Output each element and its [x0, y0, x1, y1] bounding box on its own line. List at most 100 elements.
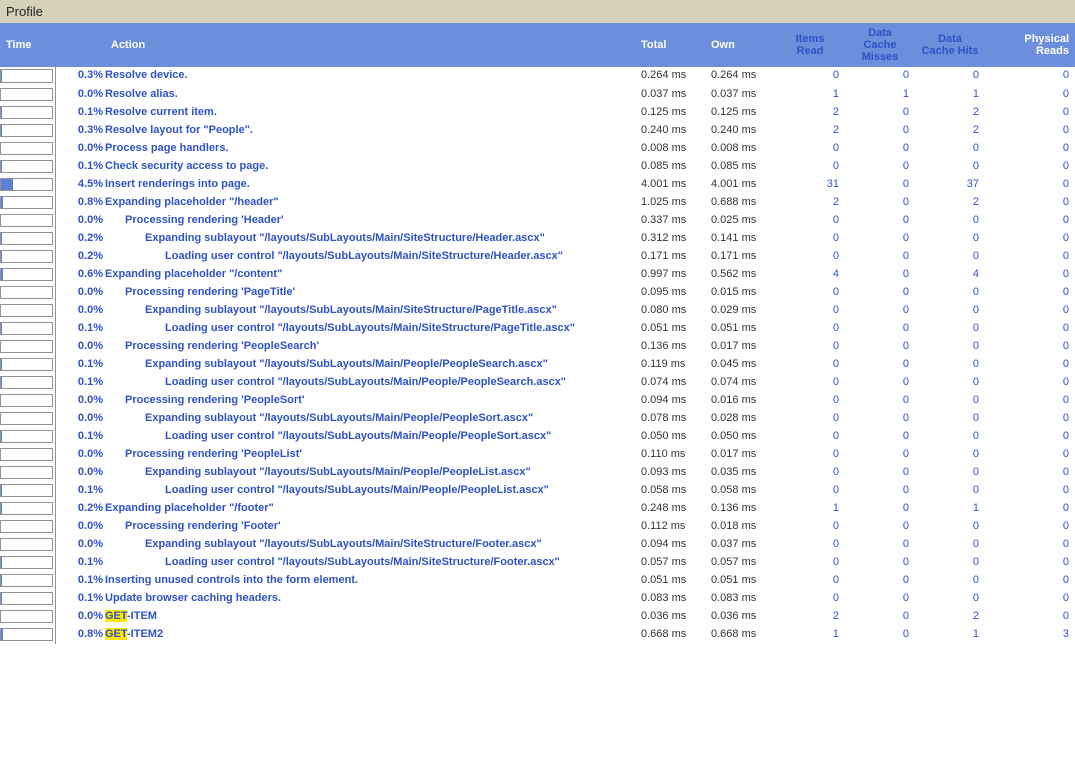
table-row[interactable]: 0.0%Processing rendering 'Footer'0.112 m…: [0, 517, 1075, 535]
total-value: 0.078 ms: [635, 409, 705, 427]
cache-hits-value: 0: [915, 67, 985, 85]
col-items-read[interactable]: Items Read: [775, 23, 845, 67]
action-label: Processing rendering 'PeopleList': [105, 445, 635, 463]
table-row[interactable]: 0.1%Loading user control "/layouts/SubLa…: [0, 427, 1075, 445]
own-value: 0.008 ms: [705, 139, 775, 157]
cache-hits-value: 0: [915, 319, 985, 337]
items-read-value: 0: [775, 517, 845, 535]
time-bar-cell: [0, 607, 55, 625]
table-row[interactable]: 0.1%Update browser caching headers.0.083…: [0, 589, 1075, 607]
physical-reads-value: 0: [985, 463, 1075, 481]
items-read-value: 0: [775, 373, 845, 391]
table-row[interactable]: 0.0%Processing rendering 'Header'0.337 m…: [0, 211, 1075, 229]
col-cache-hits[interactable]: Data Cache Hits: [915, 23, 985, 67]
cache-misses-value: 0: [845, 553, 915, 571]
pct-value: 0.0%: [55, 283, 105, 301]
table-row[interactable]: 0.6%Expanding placeholder "/content"0.99…: [0, 265, 1075, 283]
table-row[interactable]: 0.0%Expanding sublayout "/layouts/SubLay…: [0, 463, 1075, 481]
time-bar-cell: [0, 481, 55, 499]
total-value: 0.074 ms: [635, 373, 705, 391]
table-row[interactable]: 0.0%Resolve alias.0.037 ms0.037 ms1110: [0, 85, 1075, 103]
table-row[interactable]: 0.0%Processing rendering 'PeopleSort'0.0…: [0, 391, 1075, 409]
action-label: Resolve current item.: [105, 103, 635, 121]
own-value: 0.171 ms: [705, 247, 775, 265]
cache-hits-value: 0: [915, 355, 985, 373]
table-row[interactable]: 0.1%Loading user control "/layouts/SubLa…: [0, 553, 1075, 571]
items-read-value: 0: [775, 391, 845, 409]
total-value: 0.668 ms: [635, 625, 705, 643]
own-value: 0.029 ms: [705, 301, 775, 319]
cache-hits-value: 2: [915, 193, 985, 211]
col-own[interactable]: Own: [705, 23, 775, 67]
action-label: Expanding placeholder "/content": [105, 265, 635, 283]
items-read-value: 0: [775, 337, 845, 355]
table-row[interactable]: 0.0%Expanding sublayout "/layouts/SubLay…: [0, 535, 1075, 553]
table-row[interactable]: 0.0%Processing rendering 'PeopleList'0.1…: [0, 445, 1075, 463]
table-row[interactable]: 0.0%Process page handlers.0.008 ms0.008 …: [0, 139, 1075, 157]
own-value: 0.017 ms: [705, 445, 775, 463]
cache-hits-value: 0: [915, 139, 985, 157]
pct-value: 0.0%: [55, 211, 105, 229]
table-row[interactable]: 0.3%Resolve layout for "People".0.240 ms…: [0, 121, 1075, 139]
col-total[interactable]: Total: [635, 23, 705, 67]
cache-misses-value: 0: [845, 121, 915, 139]
col-action[interactable]: Action: [105, 23, 635, 67]
action-label: Expanding sublayout "/layouts/SubLayouts…: [105, 355, 635, 373]
pct-value: 0.8%: [55, 625, 105, 643]
total-value: 0.125 ms: [635, 103, 705, 121]
table-row[interactable]: 0.1%Resolve current item.0.125 ms0.125 m…: [0, 103, 1075, 121]
items-read-value: 0: [775, 355, 845, 373]
cache-hits-value: 0: [915, 553, 985, 571]
pct-value: 0.0%: [55, 337, 105, 355]
table-row[interactable]: 0.2%Expanding sublayout "/layouts/SubLay…: [0, 229, 1075, 247]
table-row[interactable]: 0.1%Expanding sublayout "/layouts/SubLay…: [0, 355, 1075, 373]
table-row[interactable]: 0.8%GET-ITEM20.668 ms0.668 ms1013: [0, 625, 1075, 643]
table-row[interactable]: 0.0%Processing rendering 'PageTitle'0.09…: [0, 283, 1075, 301]
col-cache-misses[interactable]: Data Cache Misses: [845, 23, 915, 67]
pct-value: 0.8%: [55, 193, 105, 211]
col-physical-reads[interactable]: Physical Reads: [985, 23, 1075, 67]
pct-value: 0.1%: [55, 589, 105, 607]
table-row[interactable]: 0.8%Expanding placeholder "/header"1.025…: [0, 193, 1075, 211]
time-bar-cell: [0, 625, 55, 643]
own-value: 0.240 ms: [705, 121, 775, 139]
time-bar-cell: [0, 355, 55, 373]
table-row[interactable]: 0.1%Check security access to page.0.085 …: [0, 157, 1075, 175]
physical-reads-value: 0: [985, 157, 1075, 175]
time-bar-cell: [0, 337, 55, 355]
table-row[interactable]: 0.1%Loading user control "/layouts/SubLa…: [0, 481, 1075, 499]
table-row[interactable]: 0.0%Expanding sublayout "/layouts/SubLay…: [0, 301, 1075, 319]
cache-hits-value: 0: [915, 589, 985, 607]
pct-value: 0.1%: [55, 355, 105, 373]
table-row[interactable]: 0.0%Processing rendering 'PeopleSearch' 0…: [0, 337, 1075, 355]
cache-hits-value: 0: [915, 229, 985, 247]
table-row[interactable]: 4.5%Insert renderings into page.4.001 ms…: [0, 175, 1075, 193]
table-row[interactable]: 0.1%Loading user control "/layouts/SubLa…: [0, 373, 1075, 391]
time-bar-cell: [0, 409, 55, 427]
table-row[interactable]: 0.1%Loading user control "/layouts/SubLa…: [0, 319, 1075, 337]
col-time[interactable]: Time: [0, 23, 55, 67]
cache-misses-value: 0: [845, 229, 915, 247]
cache-misses-value: 0: [845, 355, 915, 373]
table-row[interactable]: 0.2%Loading user control "/layouts/SubLa…: [0, 247, 1075, 265]
table-row[interactable]: 0.3%Resolve device.0.264 ms0.264 ms0000: [0, 67, 1075, 85]
total-value: 1.025 ms: [635, 193, 705, 211]
table-header: Time Action Total Own Items Read Data Ca…: [0, 23, 1075, 67]
time-bar-cell: [0, 391, 55, 409]
own-value: 0.057 ms: [705, 553, 775, 571]
pct-value: 0.0%: [55, 607, 105, 625]
items-read-value: 0: [775, 535, 845, 553]
table-row[interactable]: 0.0%GET-ITEM0.036 ms0.036 ms2020: [0, 607, 1075, 625]
cache-misses-value: 0: [845, 571, 915, 589]
total-value: 0.312 ms: [635, 229, 705, 247]
total-value: 0.095 ms: [635, 283, 705, 301]
cache-hits-value: 1: [915, 499, 985, 517]
table-row[interactable]: 0.1%Inserting unused controls into the f…: [0, 571, 1075, 589]
cache-hits-value: 4: [915, 265, 985, 283]
own-value: 0.668 ms: [705, 625, 775, 643]
cache-misses-value: 0: [845, 373, 915, 391]
table-row[interactable]: 0.2%Expanding placeholder "/footer"0.248…: [0, 499, 1075, 517]
action-label: Processing rendering 'PeopleSearch': [105, 337, 635, 355]
table-row[interactable]: 0.0%Expanding sublayout "/layouts/SubLay…: [0, 409, 1075, 427]
total-value: 0.093 ms: [635, 463, 705, 481]
